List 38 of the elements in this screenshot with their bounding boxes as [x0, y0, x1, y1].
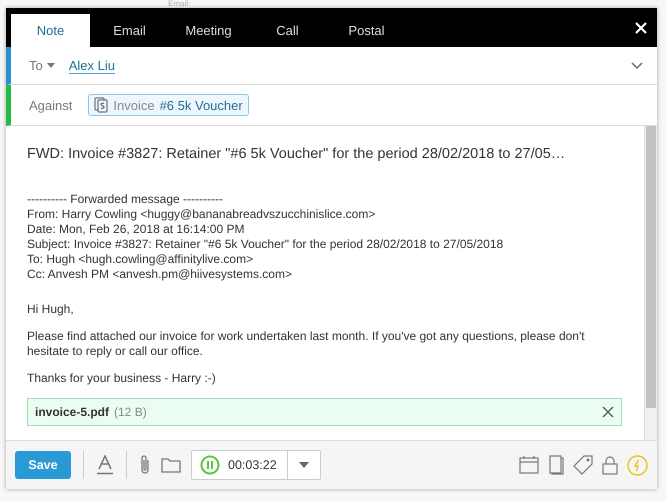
- header-line: Date: Mon, Feb 26, 2018 at 16:14:00 PM: [27, 222, 246, 237]
- tab[interactable]: Postal: [327, 14, 406, 47]
- paragraph: Thanks for your business - Harry :-): [27, 371, 217, 386]
- header-line: Cc: Anvesh PM <anvesh.pm@hiivesystems.com>: [27, 267, 293, 282]
- tab[interactable]: Meeting: [169, 14, 248, 47]
- caret-icon[interactable]: [46, 63, 55, 68]
- to-label[interactable]: To: [29, 58, 43, 73]
- lock-icon[interactable]: [602, 455, 618, 475]
- documents-icon: [94, 97, 108, 113]
- chevron-icon[interactable]: [631, 62, 643, 70]
- against-label: Against: [29, 98, 72, 112]
- header-line: To: Hugh <hugh.cowling@affinitylive.com>: [27, 252, 254, 267]
- header-line: From: Harry Cowling <huggy@bananabreadvszucchinislice.com>: [27, 207, 376, 222]
- subject-text: FWD: Invoice #3827: Retainer "#6 5k Voucher" for the period 28/02/2018 to 27/05…: [27, 146, 566, 162]
- caret-icon[interactable]: [298, 462, 309, 468]
- timer-text: 00:03:22: [228, 458, 277, 472]
- book-icon[interactable]: [548, 455, 564, 475]
- folder-icon[interactable]: [161, 457, 181, 473]
- tab[interactable]: Call: [248, 14, 327, 47]
- tab[interactable]: Note: [11, 14, 90, 47]
- paperclip-icon[interactable]: [139, 454, 151, 476]
- paragraph: Hi Hugh,: [27, 302, 75, 317]
- tab[interactable]: Email: [90, 14, 169, 47]
- scrollbar-thumb[interactable]: [646, 126, 656, 408]
- file-size: (12 B): [114, 405, 147, 419]
- tag-icon[interactable]: [573, 455, 593, 475]
- header-line: ---------- Forwarded message ----------: [27, 192, 224, 207]
- paragraph: Please find attached our invoice for work undertaken last month. If you've got any questions, please don't hesitate to reply or call our office.: [27, 329, 586, 359]
- text-format-icon[interactable]: [96, 455, 114, 475]
- header-line: Subject: Invoice #3827: Retainer "#6 5k Voucher" for the period 28/02/2018 to 27/05/2018: [27, 237, 504, 252]
- field-label: Email:: [168, 0, 190, 8]
- pause-icon[interactable]: [200, 455, 220, 475]
- timer-control[interactable]: 00:03:22: [191, 450, 321, 480]
- recipient-link[interactable]: Alex Liu: [68, 58, 115, 74]
- invoice-chip[interactable]: Invoice #6 5k Voucher: [88, 94, 249, 116]
- file-name[interactable]: invoice-5.pdf: [35, 405, 110, 419]
- close-icon[interactable]: [602, 406, 614, 418]
- calendar-icon[interactable]: [519, 456, 539, 474]
